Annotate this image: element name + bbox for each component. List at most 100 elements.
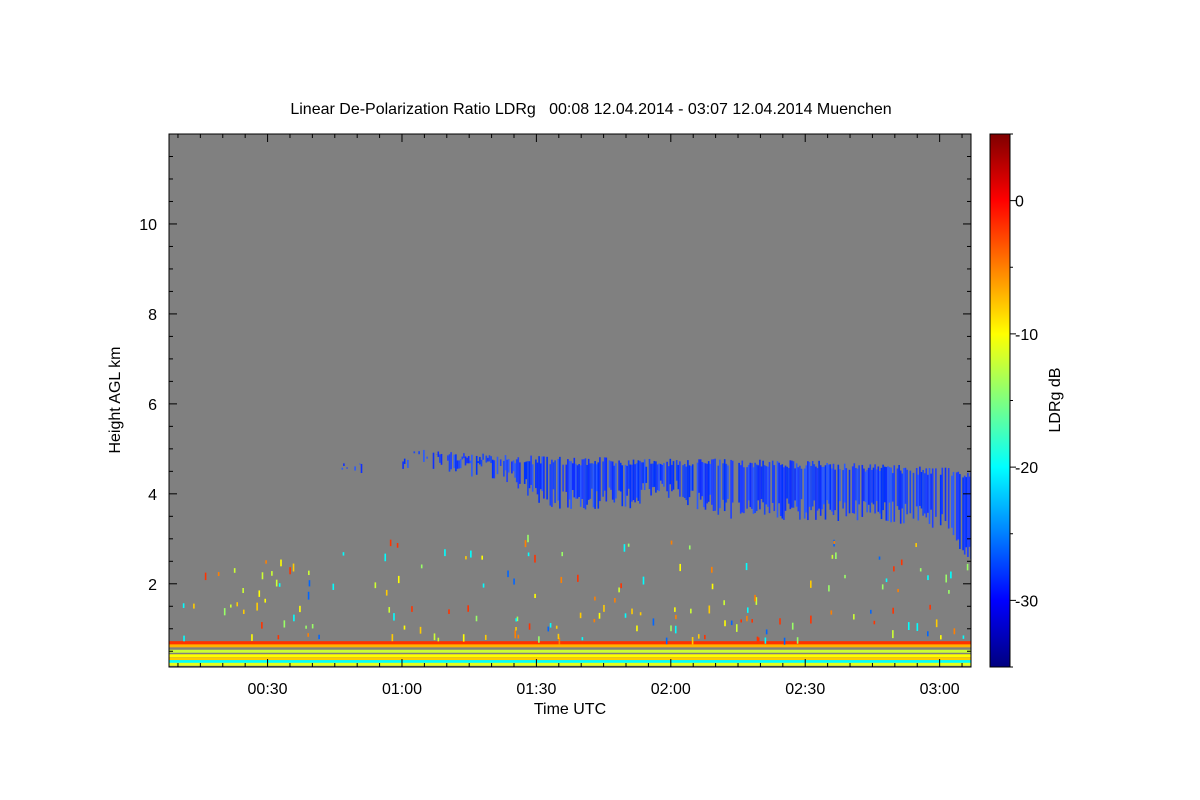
noise-speckle — [950, 571, 952, 579]
noise-speckle — [411, 606, 413, 612]
cloud-column — [426, 456, 428, 459]
cloud-column — [754, 462, 756, 513]
cloud-column — [581, 459, 584, 500]
cloud-column — [899, 470, 902, 524]
cloud-column — [407, 459, 409, 468]
noise-speckle — [305, 625, 307, 629]
cloud-column — [359, 463, 361, 465]
cloud-column — [968, 476, 971, 547]
cloud-column — [930, 473, 932, 510]
cloud-column — [795, 463, 798, 507]
cloud-column — [944, 467, 947, 522]
cloud-column — [951, 475, 953, 528]
noise-speckle — [534, 554, 536, 563]
cloud-column — [632, 459, 635, 501]
surface-layer — [169, 649, 971, 653]
cloud-column — [923, 473, 926, 514]
y-tick-label: 10 — [139, 217, 157, 234]
cloud-column — [843, 463, 846, 503]
noise-speckle — [433, 633, 436, 641]
cloud-column — [791, 460, 793, 508]
noise-speckle — [708, 605, 711, 614]
cloud-column — [890, 467, 892, 523]
cloud-column — [467, 456, 470, 464]
cloud-column — [763, 465, 766, 515]
noise-speckle — [927, 631, 929, 637]
cloud-column — [650, 463, 652, 496]
cloud-column — [635, 463, 638, 498]
noise-speckle — [892, 607, 894, 614]
cloud-column — [578, 464, 580, 498]
cloud-column — [871, 469, 873, 503]
cloud-column — [618, 460, 620, 491]
noise-speckle — [384, 553, 387, 562]
cloud-column — [440, 453, 443, 465]
cloud-column — [912, 472, 915, 519]
cloud-column — [573, 457, 576, 498]
cloud-column — [346, 467, 348, 469]
noise-speckle — [679, 563, 682, 572]
y-tick-label: 6 — [148, 397, 157, 414]
cloud-column — [875, 469, 878, 501]
cloud-column — [447, 455, 449, 461]
noise-speckle — [307, 591, 310, 600]
noise-speckle — [230, 604, 232, 608]
y-tick-label: 4 — [148, 487, 157, 504]
cloud-column — [568, 460, 571, 500]
cloud-column — [813, 464, 816, 501]
cloud-column — [525, 461, 528, 480]
cloud-column — [432, 452, 435, 469]
cloud-column — [919, 466, 921, 506]
noise-speckle — [265, 560, 267, 564]
noise-speckle — [437, 637, 440, 642]
cloud-column — [839, 469, 841, 502]
colorbar — [989, 133, 1011, 668]
cloud-column — [475, 455, 478, 475]
cloud-column — [567, 459, 569, 508]
noise-speckle — [283, 620, 286, 628]
noise-speckle — [374, 582, 377, 589]
noise-speckle — [783, 637, 786, 645]
colorbar-tick-label: 0 — [1015, 194, 1024, 211]
cloud-column — [880, 467, 883, 520]
cloud-column — [962, 477, 964, 551]
cloud-column — [507, 459, 510, 473]
cloud-column — [466, 457, 468, 464]
noise-speckle — [652, 618, 655, 626]
cloud-column — [562, 464, 564, 492]
cloud-column — [491, 459, 494, 479]
cloud-column — [807, 461, 809, 521]
noise-speckle — [444, 549, 446, 557]
colorbar-ticks: 0 -10 -20 -30 — [1010, 133, 1038, 668]
noise-speckle — [403, 625, 406, 630]
noise-speckle — [900, 559, 903, 566]
cloud-column — [645, 466, 648, 483]
cloud-column — [727, 465, 729, 499]
cloud-column — [877, 466, 880, 512]
cloud-column — [571, 463, 574, 491]
noise-speckle — [280, 559, 282, 567]
noise-speckle — [223, 608, 226, 616]
noise-speckle — [740, 619, 742, 623]
cloud-column — [496, 456, 499, 475]
noise-speckle — [515, 627, 517, 631]
noise-speckle — [791, 622, 794, 630]
noise-speckle — [675, 614, 677, 620]
x-tick-label: 00:30 — [248, 681, 288, 698]
cloud-column — [611, 461, 614, 500]
plot-background — [169, 134, 971, 667]
cloud-column — [488, 455, 491, 462]
noise-speckle — [623, 544, 626, 552]
y-tick-label: 2 — [148, 577, 157, 594]
noise-speckle — [258, 590, 261, 597]
cloud-column — [888, 467, 891, 503]
cloud-column — [906, 469, 908, 515]
noise-speckle — [397, 575, 400, 584]
surface-layer — [169, 657, 971, 661]
cloud-column — [915, 467, 918, 507]
cloud-column — [858, 465, 860, 505]
noise-speckle — [897, 588, 899, 593]
noise-speckle — [642, 576, 645, 585]
cloud-column — [619, 462, 622, 492]
noise-speckle — [271, 571, 273, 576]
